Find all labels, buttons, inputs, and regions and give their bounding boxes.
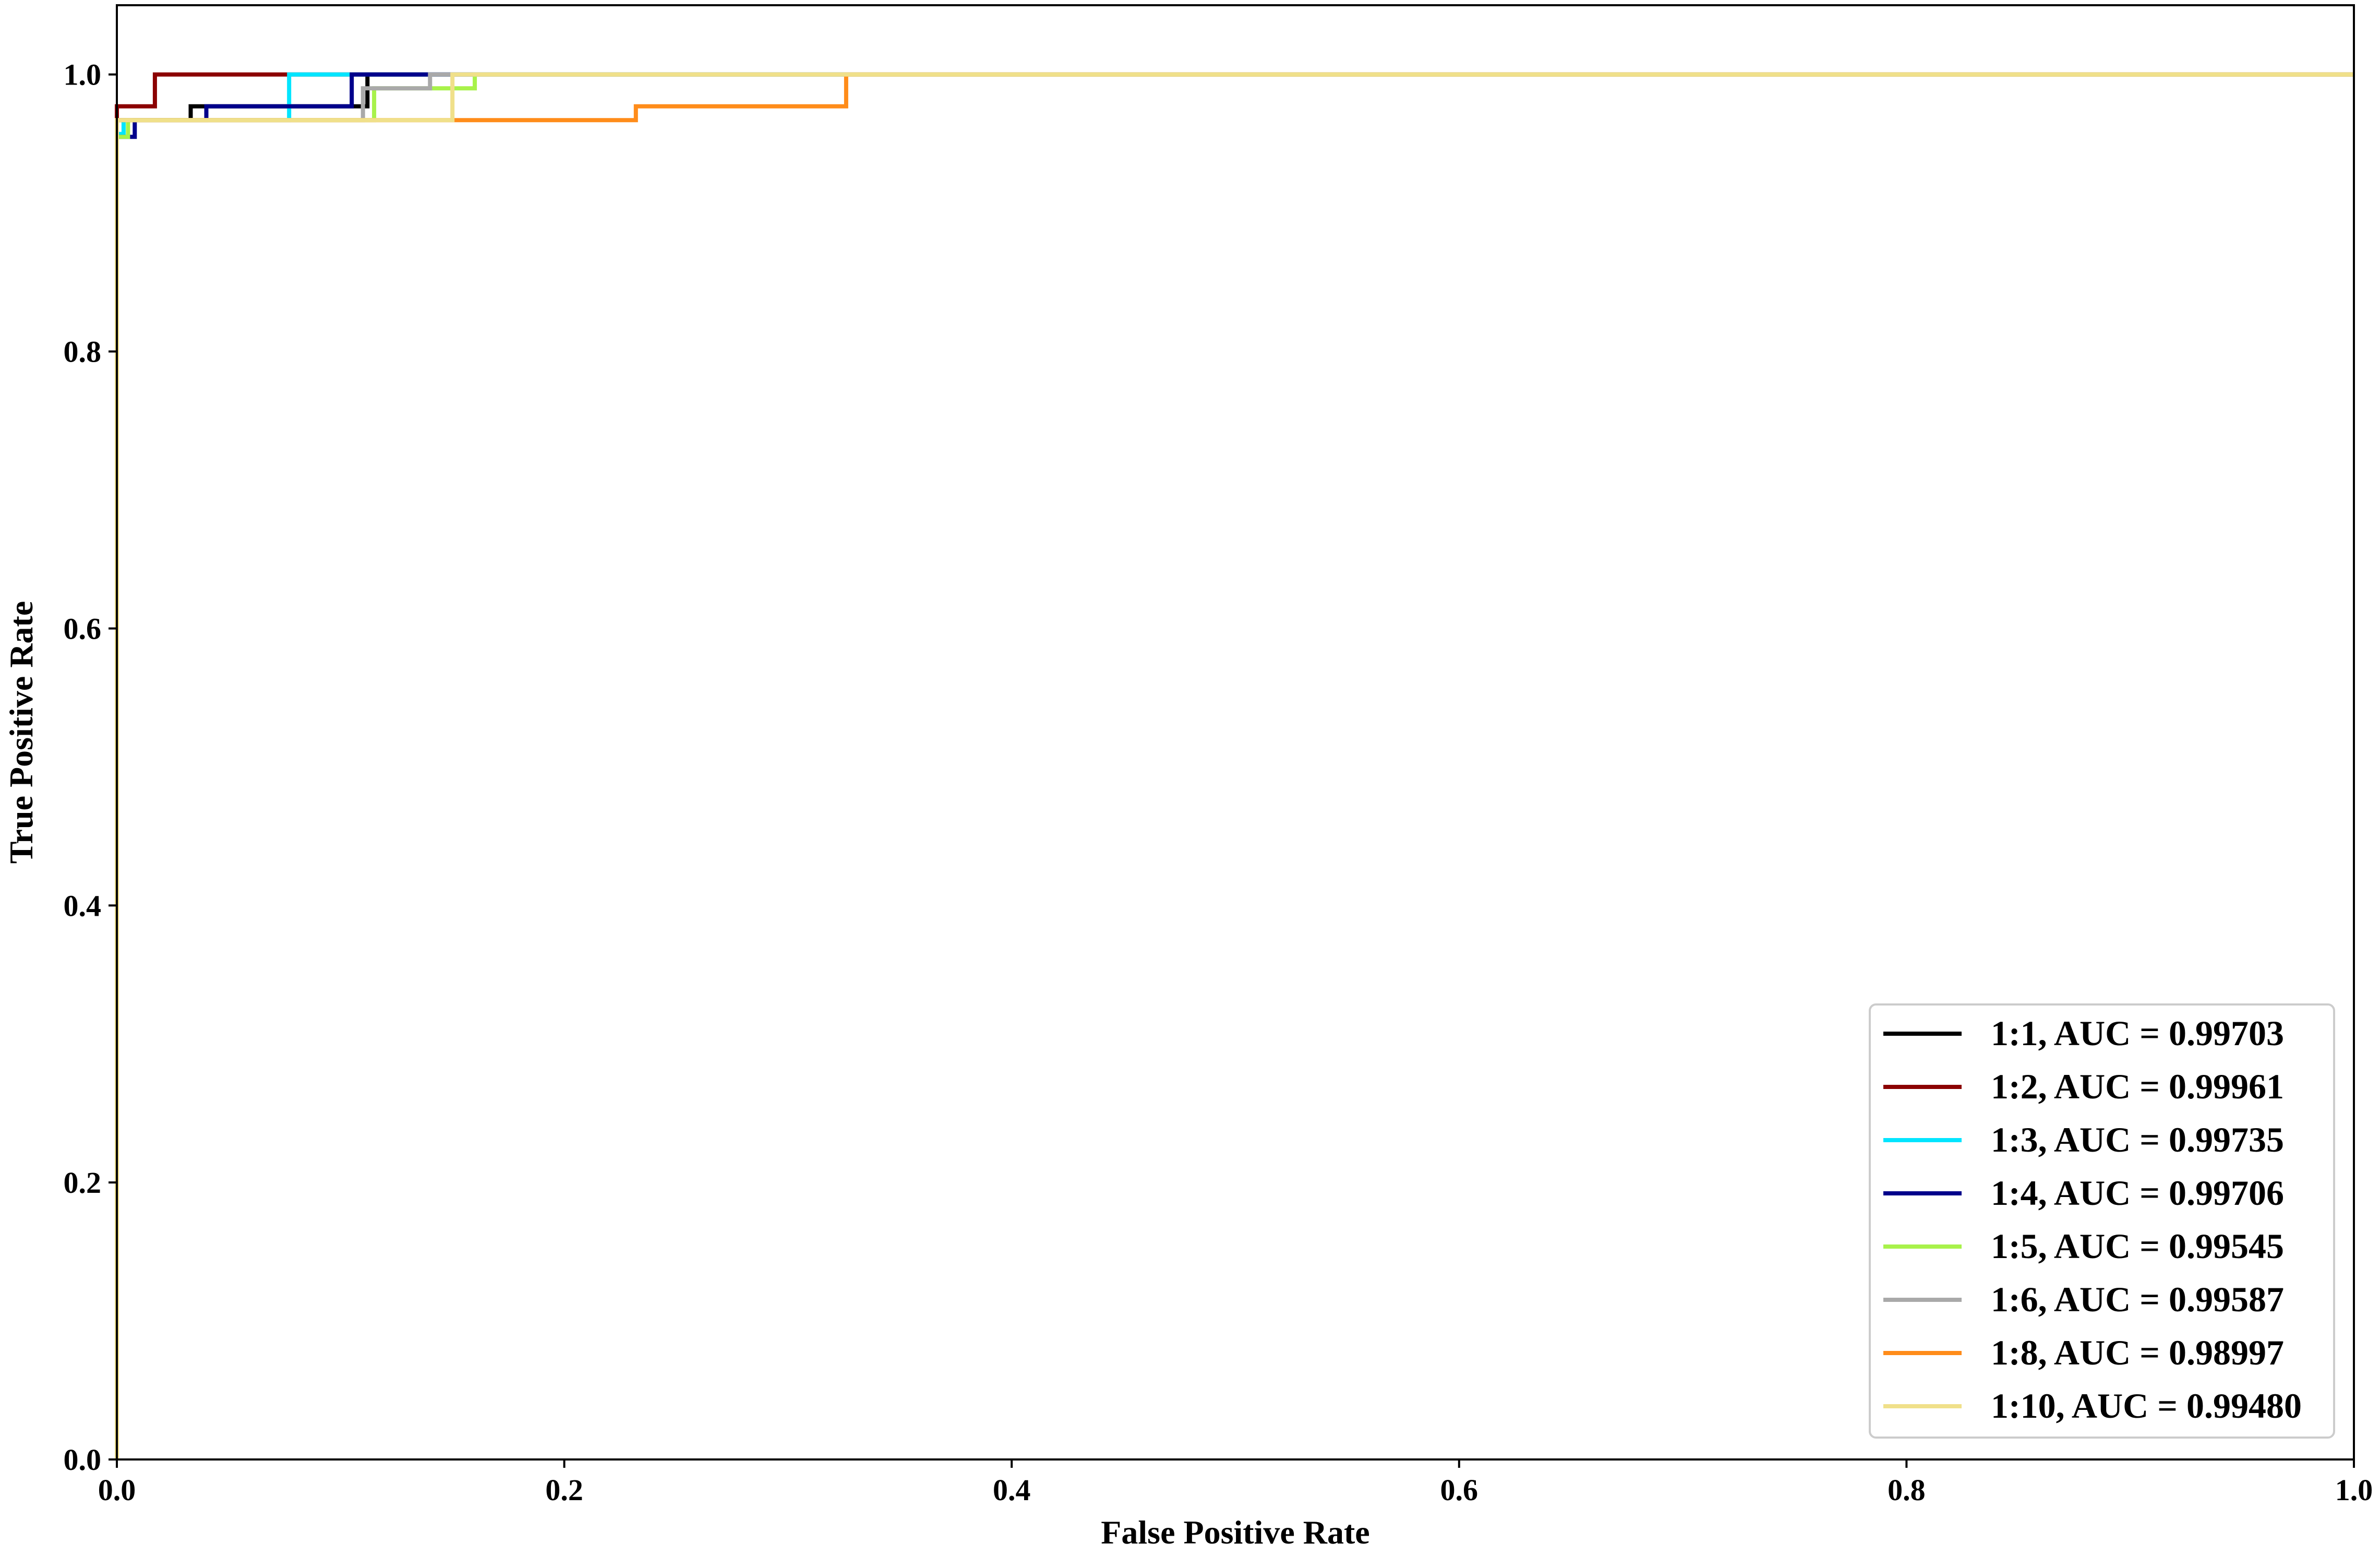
legend-label-8: 1:10, AUC = 0.99480 (1991, 1386, 2302, 1426)
x-tick-label: 0.0 (98, 1473, 136, 1507)
roc-chart-svg: 0.0 0.2 0.4 0.6 0.8 1.0 0.0 0.2 0.4 0.6 0.8 1.0 Fa… (0, 0, 2380, 1553)
legend-label-2: 1:2, AUC = 0.99961 (1991, 1067, 2284, 1106)
y-tick-label: 0.6 (64, 612, 102, 645)
x-tick-label: 0.8 (1888, 1473, 1926, 1507)
x-tick-label: 0.4 (993, 1473, 1031, 1507)
y-tick-label: 1.0 (64, 58, 102, 92)
legend-label-7: 1:8, AUC = 0.98997 (1991, 1333, 2284, 1372)
y-axis-label: True Positive Rate (3, 601, 40, 864)
y-tick-label: 0.8 (64, 335, 102, 369)
y-tick-label: 0.2 (64, 1166, 102, 1200)
legend-label-1: 1:1, AUC = 0.99703 (1991, 1013, 2284, 1053)
legend-label-5: 1:5, AUC = 0.99545 (1991, 1226, 2284, 1266)
legend-label-3: 1:3, AUC = 0.99735 (1991, 1120, 2284, 1159)
roc-chart: 0.0 0.2 0.4 0.6 0.8 1.0 0.0 0.2 0.4 0.6 0.8 1.0 Fa… (0, 0, 2380, 1553)
x-tick-label: 1.0 (2335, 1473, 2373, 1507)
legend-label-4: 1:4, AUC = 0.99706 (1991, 1173, 2284, 1213)
legend: 1:1, AUC = 0.99703 1:2, AUC = 0.99961 1:3,… (1869, 1003, 2335, 1439)
x-tick-label: 0.6 (1440, 1473, 1479, 1507)
y-tick-label: 0.0 (64, 1443, 102, 1477)
y-tick-label: 0.4 (64, 889, 102, 923)
x-tick-label: 0.2 (545, 1473, 583, 1507)
legend-label-6: 1:6, AUC = 0.99587 (1991, 1279, 2284, 1319)
x-axis-label: False Positive Rate (1101, 1514, 1369, 1551)
